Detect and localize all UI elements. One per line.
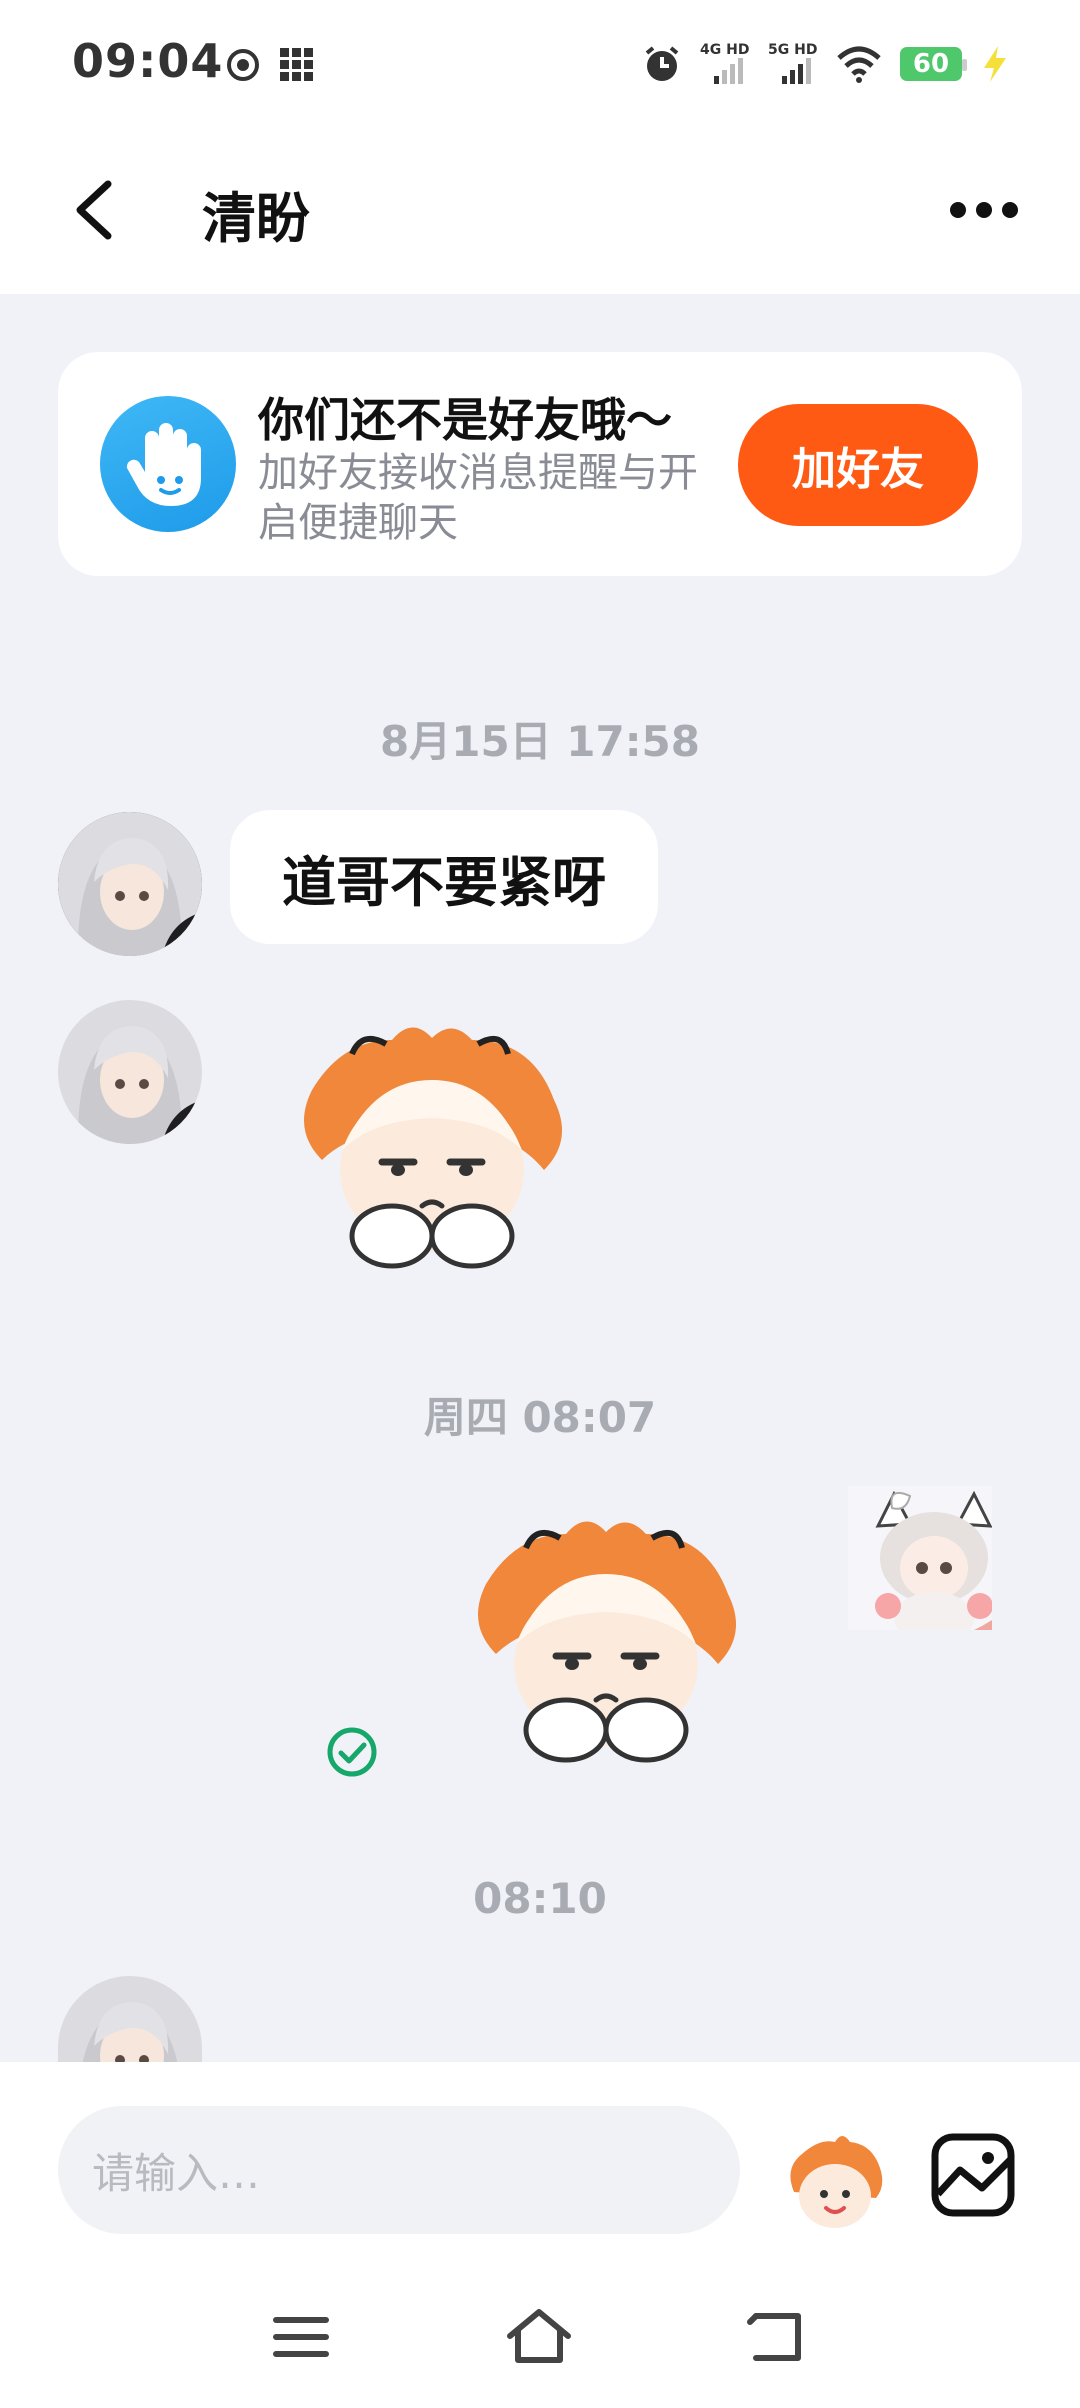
- sticker-icon[interactable]: [780, 2128, 890, 2238]
- input-bar: 请输入…: [0, 2062, 1080, 2262]
- avatar[interactable]: [848, 1486, 992, 1630]
- chat-header: 清盼: [0, 130, 1080, 294]
- back-icon[interactable]: [62, 170, 132, 250]
- message-timestamp: 周四 08:07: [423, 1393, 657, 1442]
- battery-level: 60: [912, 49, 950, 79]
- app-icon: [227, 49, 259, 81]
- orange-hair-character-sticker[interactable]: [282, 1010, 582, 1280]
- avatar[interactable]: [58, 812, 202, 956]
- network-label-2: 5G HD: [768, 42, 818, 58]
- status-bar: 09:04 4G HD 5G HD 60: [0, 0, 1080, 130]
- system-nav-bar: [0, 2262, 1080, 2408]
- read-check-icon: [327, 1727, 377, 1777]
- banner-title: 你们还不是好友哦～: [258, 393, 672, 447]
- orange-hair-character-sticker[interactable]: [456, 1504, 756, 1774]
- wifi-icon: [837, 46, 881, 83]
- charging-icon: [984, 46, 1006, 82]
- message-input[interactable]: 请输入…: [58, 2106, 740, 2234]
- alarm-icon: [645, 46, 679, 81]
- battery-icon: 60: [900, 47, 967, 81]
- image-icon[interactable]: [930, 2132, 1016, 2218]
- signal-icon: 4G HD: [700, 42, 750, 86]
- status-time: 09:04: [72, 34, 224, 88]
- message-timestamp: 08:10: [473, 1874, 607, 1923]
- more-icon[interactable]: [944, 192, 1024, 228]
- add-friend-banner: 你们还不是好友哦～ 加好友接收消息提醒与开启便捷聊天 加好友: [58, 352, 1022, 576]
- avatar[interactable]: [58, 1976, 202, 2062]
- status-icons: 4G HD 5G HD 60: [642, 40, 1010, 88]
- menu-icon[interactable]: [266, 2302, 336, 2372]
- page-title: 清盼: [202, 187, 310, 250]
- back-nav-icon[interactable]: [742, 2302, 812, 2372]
- hand-wave-icon: [100, 396, 236, 532]
- grid-icon: [280, 48, 313, 81]
- message-timestamp: 8月15日 17:58: [380, 717, 700, 766]
- signal-icon: 5G HD: [768, 42, 818, 86]
- message-bubble[interactable]: 道哥不要紧呀: [230, 810, 658, 944]
- banner-description: 加好友接收消息提醒与开启便捷聊天: [258, 450, 698, 546]
- avatar[interactable]: [58, 1000, 202, 1144]
- network-label-1: 4G HD: [700, 42, 750, 58]
- home-icon[interactable]: [504, 2302, 574, 2372]
- add-friend-button[interactable]: 加好友: [738, 404, 978, 526]
